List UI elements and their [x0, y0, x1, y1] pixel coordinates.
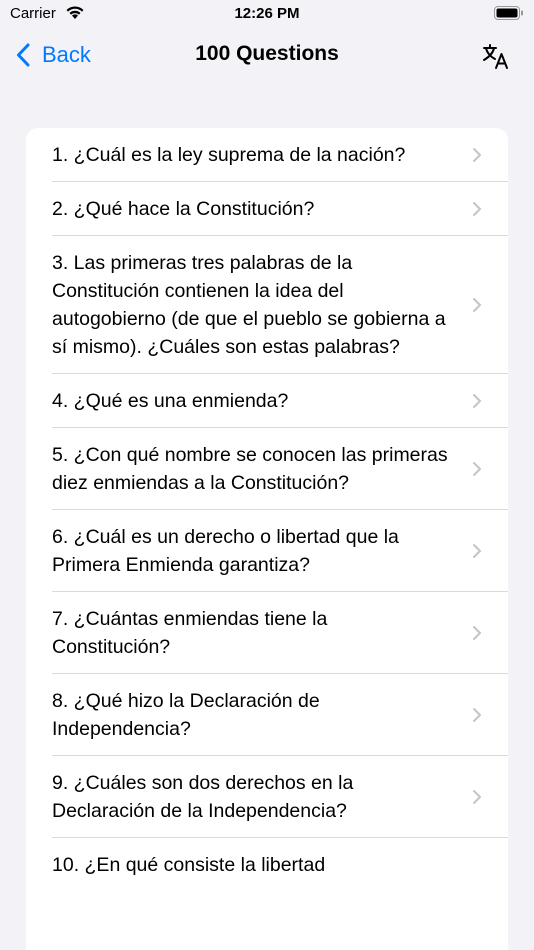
chevron-right-icon [473, 298, 481, 312]
page-title: 100 Questions [195, 42, 339, 65]
question-row[interactable]: 1. ¿Cuál es la ley suprema de la nación? [26, 128, 508, 182]
translate-icon [483, 44, 508, 69]
question-row[interactable]: 2. ¿Qué hace la Constitución? [26, 182, 508, 236]
chevron-right-icon [473, 394, 481, 408]
question-text: 5. ¿Con qué nombre se conocen las primer… [52, 444, 448, 494]
chevron-right-icon [473, 148, 481, 162]
status-bar: Carrier 12:26 PM [0, 0, 534, 30]
chevron-right-icon [473, 462, 481, 476]
question-row[interactable]: 4. ¿Qué es una enmienda? [26, 374, 508, 428]
question-text: 4. ¿Qué es una enmienda? [52, 390, 289, 412]
chevron-right-icon [473, 544, 481, 558]
chevron-right-icon [473, 708, 481, 722]
question-text: 3. Las primeras tres palabras de la Cons… [52, 252, 446, 358]
question-text: 10. ¿En qué consiste la libertad [52, 854, 326, 876]
question-row[interactable]: 5. ¿Con qué nombre se conocen las primer… [26, 428, 508, 510]
question-text: 1. ¿Cuál es la ley suprema de la nación? [52, 144, 406, 166]
question-row[interactable]: 10. ¿En qué consiste la libertad [26, 838, 508, 892]
chevron-right-icon [473, 790, 481, 804]
question-text: 8. ¿Qué hizo la Declaración de Independe… [52, 690, 320, 740]
question-row[interactable]: 9. ¿Cuáles son dos derechos en la Declar… [26, 756, 508, 838]
question-text: 7. ¿Cuántas enmiendas tiene la Constituc… [52, 608, 328, 658]
question-row[interactable]: 7. ¿Cuántas enmiendas tiene la Constituc… [26, 592, 508, 674]
battery-icon [494, 6, 524, 25]
question-text: 9. ¿Cuáles son dos derechos en la Declar… [52, 772, 354, 822]
clock: 12:26 PM [234, 5, 300, 22]
navigation-bar: Back 100 Questions [0, 30, 534, 80]
question-row[interactable]: 8. ¿Qué hizo la Declaración de Independe… [26, 674, 508, 756]
question-row[interactable]: 6. ¿Cuál es un derecho o libertad que la… [26, 510, 508, 592]
questions-list: 1. ¿Cuál es la ley suprema de la nación?… [26, 128, 508, 950]
question-text: 2. ¿Qué hace la Constitución? [52, 198, 315, 220]
chevron-right-icon [473, 202, 481, 216]
translate-button[interactable] [482, 42, 510, 70]
question-row[interactable]: 3. Las primeras tres palabras de la Cons… [26, 236, 508, 374]
question-text: 6. ¿Cuál es un derecho o libertad que la… [52, 526, 399, 576]
chevron-right-icon [473, 626, 481, 640]
